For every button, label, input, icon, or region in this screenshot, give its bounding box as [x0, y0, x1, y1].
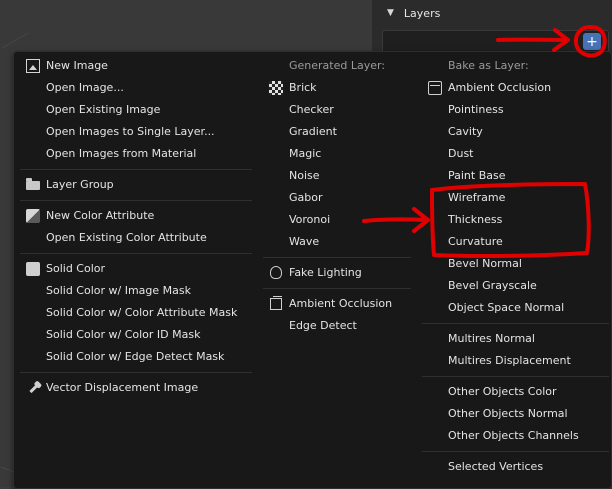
add-layer-button[interactable]: + [583, 33, 601, 50]
layers-title: Layers [404, 7, 440, 20]
menu-separator [263, 257, 411, 258]
bake-as-layer-header: Bake as Layer: [448, 55, 529, 77]
generated-layer-header: Generated Layer: [289, 55, 385, 77]
eyedropper-icon [29, 384, 38, 393]
menu-separator [422, 376, 609, 377]
color-attribute-icon [26, 209, 40, 223]
menu-separator [422, 323, 609, 324]
menu-separator [263, 288, 411, 289]
add-layer-menu: New Image Open Image... Open Existing Im… [13, 51, 612, 489]
bake-icon [428, 81, 442, 95]
cube-icon [270, 298, 282, 310]
menu-separator [20, 253, 252, 254]
menu-separator [20, 169, 252, 170]
menu-separator [20, 372, 252, 373]
image-icon [26, 59, 40, 73]
menu-separator [20, 200, 252, 201]
plus-icon: + [586, 35, 598, 49]
menu-separator [422, 451, 609, 452]
viewport-grid-line [2, 33, 28, 49]
solid-color-icon [26, 262, 40, 276]
folder-icon [26, 181, 40, 190]
lightbulb-icon [270, 266, 282, 279]
checker-icon [269, 81, 283, 95]
collapse-triangle-icon[interactable]: ▼ [387, 8, 394, 18]
layers-panel-header[interactable]: ▼ Layers [384, 0, 612, 26]
